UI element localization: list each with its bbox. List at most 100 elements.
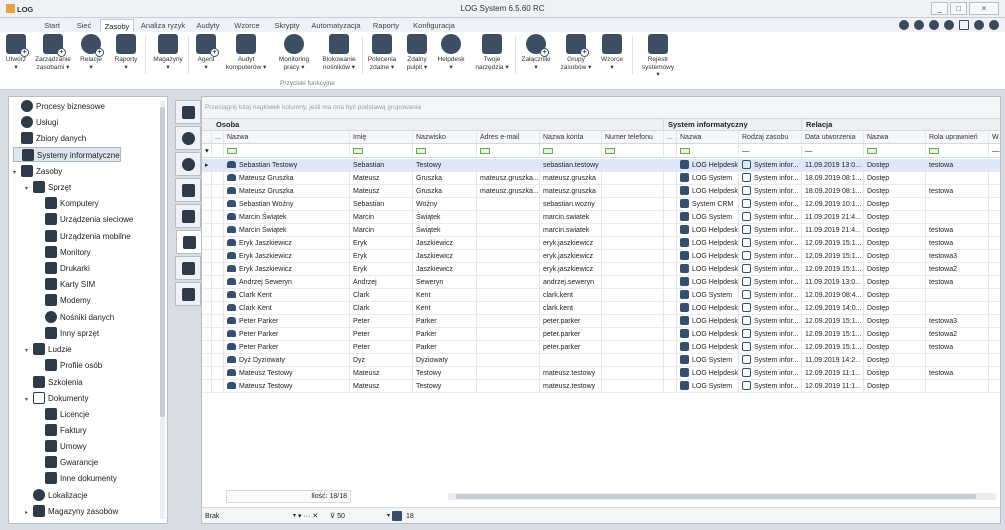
ribbon-button-attachment[interactable]: + Załączniki ▾ — [518, 34, 554, 71]
table-row[interactable]: Peter Parker Peter Parker peter.parker LOG H… — [202, 315, 1000, 328]
tree-node-location[interactable]: Lokalizacje — [25, 488, 88, 503]
table-row[interactable]: Andrzej Seweryn Andrzej Seweryn andrzej.sew… — [202, 276, 1000, 289]
settings-icon[interactable] — [929, 20, 939, 30]
expand-toggle-icon[interactable]: ▸ — [25, 506, 33, 521]
column-header[interactable]: Nazwa — [864, 131, 926, 143]
ribbon-button-templates[interactable]: Wzorce ▾ — [596, 34, 628, 71]
column-header[interactable]: ... — [212, 131, 224, 143]
table-row[interactable]: Mateusz Testowy Mateusz Testowy mateusz.tes… — [202, 380, 1000, 393]
tree-node-system[interactable]: Systemy informatyczne — [13, 147, 121, 162]
ribbon-button-book[interactable]: Rejestr systemowy ▾ — [640, 34, 676, 79]
help-icon[interactable] — [989, 20, 999, 30]
menu-tab-8[interactable]: Automatyzacja — [308, 19, 364, 32]
ribbon-button-shield[interactable]: Blokowanie nośników ▾ — [315, 34, 363, 71]
tree-node-invoice[interactable]: Faktury — [37, 423, 87, 438]
menu-tab-9[interactable]: Raporty — [366, 19, 406, 32]
table-row[interactable]: Eryk Jaszkiewicz Eryk Jaszkiewicz eryk.jasz… — [202, 250, 1000, 263]
shield-tab[interactable] — [175, 204, 201, 228]
tree-scroll-thumb[interactable] — [160, 107, 165, 417]
column-header[interactable]: Data utworzenia — [802, 131, 864, 143]
menu-tab-1[interactable]: Start — [36, 19, 68, 32]
tree-node-disk[interactable]: Nośniki danych — [37, 310, 114, 325]
tree-node-process[interactable]: Procesy biznesowe — [13, 99, 105, 114]
table-row[interactable]: Peter Parker Peter Parker peter.parker LOG H… — [202, 341, 1000, 354]
globe-icon[interactable] — [974, 20, 984, 30]
ribbon-button-remote-desktop[interactable]: Zdalny pulpit ▾ — [402, 34, 432, 71]
tree-node-profile[interactable]: Profile osób — [37, 358, 102, 373]
ribbon-button-create[interactable]: + Utwórz ▾ — [2, 34, 30, 71]
table-row[interactable]: Mateusz Gruszka Mateusz Gruszka mateusz.gru… — [202, 185, 1000, 198]
tree-node-other-hardware[interactable]: Inny sprzęt — [37, 326, 99, 341]
ribbon-button-agent[interactable]: + Agent ▾ — [193, 34, 219, 71]
tree-node-people[interactable]: ▾ Ludzie — [25, 342, 72, 357]
ribbon-button-lifebuoy[interactable]: Helpdesk ▾ — [435, 34, 467, 71]
maximize-button[interactable]: □ — [950, 2, 967, 15]
table-row[interactable]: Clark Kent Clark Kent clark.kent LOG Helpdes… — [202, 302, 1000, 315]
tree-node-hardware[interactable]: ▾ Sprzęt — [25, 180, 71, 195]
tools-tab[interactable] — [176, 230, 202, 254]
filter-tools[interactable]: ▾ ··· ✕ — [298, 511, 318, 522]
ribbon-button-reports[interactable]: Raporty ▾ — [110, 34, 142, 71]
window-icon[interactable] — [959, 20, 969, 30]
menu-tab-5[interactable]: Audyty — [190, 19, 226, 32]
ribbon-button-warehouse[interactable]: Magazyny ▾ — [150, 34, 186, 71]
assets-tab[interactable] — [175, 100, 201, 124]
ribbon-button-terminal[interactable]: Polecenia zdalne ▾ — [365, 34, 399, 71]
ribbon-button-relations[interactable]: + Relacje ▾ — [76, 34, 106, 71]
table-row[interactable]: Mateusz Gruszka Mateusz Gruszka mateusz.gru… — [202, 172, 1000, 185]
tree-node-mobile[interactable]: Urządzenia mobilne — [37, 229, 131, 244]
expand-toggle-icon[interactable]: ▾ — [25, 182, 33, 197]
tree-node-folder[interactable]: ▾ Dokumenty — [25, 391, 88, 406]
tree-node-license[interactable]: Licencje — [37, 407, 89, 422]
table-row[interactable]: Sebastian Woźny Sebastian Woźny sebastian.w… — [202, 198, 1000, 211]
column-header[interactable]: Nazwa — [677, 131, 739, 143]
menu-tab-2[interactable]: Sieć — [70, 19, 98, 32]
ribbon-button-groups[interactable]: + Grupy zasobów ▾ — [558, 34, 594, 71]
tree-node-printer[interactable]: Drukarki — [37, 261, 90, 276]
tree-node-sim-card[interactable]: Karty SIM — [37, 277, 95, 292]
grid-scroll-thumb[interactable] — [456, 494, 976, 499]
tree-node-database[interactable]: Zbiory danych — [13, 131, 86, 146]
filter-cell[interactable] — [602, 144, 664, 157]
filter-cell[interactable] — [664, 144, 677, 157]
table-row[interactable]: Eryk Jaszkiewicz Eryk Jaszkiewicz eryk.jasz… — [202, 237, 1000, 250]
document-icon[interactable] — [944, 20, 954, 30]
ribbon-button-manage-assets[interactable]: + Zarządzanie zasobami ▾ — [32, 34, 74, 71]
tree-node-training[interactable]: Szkolenia — [25, 375, 83, 390]
table-row[interactable]: Dyż Dyziowaty Dyż Dyziowaty LOG System Syste… — [202, 354, 1000, 367]
table-row[interactable]: Peter Parker Peter Parker peter.parker LOG H… — [202, 328, 1000, 341]
helpdesk-tab[interactable] — [175, 152, 201, 176]
tree-node-monitor[interactable]: Monitory — [37, 245, 91, 260]
expand-toggle-icon[interactable]: ▾ — [25, 344, 33, 359]
table-row[interactable]: Eryk Jaszkiewicz Eryk Jaszkiewicz eryk.jasz… — [202, 263, 1000, 276]
column-header[interactable]: W — [989, 131, 1000, 143]
column-header[interactable]: Nazwisko — [413, 131, 477, 143]
document-tab[interactable] — [175, 256, 201, 280]
filter-cell[interactable] — [224, 144, 350, 157]
tree-node-computer[interactable]: Komputery — [37, 196, 99, 211]
expand-toggle-icon[interactable]: ▾ — [13, 166, 21, 181]
filter-cell[interactable] — [212, 144, 224, 157]
close-button[interactable]: × — [969, 2, 999, 15]
column-header[interactable]: Numer telefonu — [602, 131, 664, 143]
filter-cell[interactable]: — — [989, 144, 1000, 157]
filter-cell[interactable] — [350, 144, 413, 157]
filter-select[interactable]: Brak ▾ — [204, 511, 296, 522]
filter-cell[interactable] — [413, 144, 477, 157]
menu-tab-6[interactable]: Wzorce — [228, 19, 266, 32]
column-header[interactable]: Rodzaj zasobu — [739, 131, 802, 143]
grid-horizontal-scrollbar[interactable] — [448, 493, 996, 500]
warehouse-tab[interactable] — [175, 178, 201, 202]
tree-node-warehouse[interactable]: ▸ Magazyny zasobów — [25, 504, 118, 519]
tree-node-modem[interactable]: Modemy — [37, 293, 91, 308]
page-size-select[interactable]: ⊽ 50 ▾ — [330, 511, 390, 522]
ribbon-button-audit[interactable]: Audyt komputerów ▾ — [222, 34, 270, 71]
group-by-hint[interactable]: Przeciągnij tutaj nagłówek kolumny, jeśl… — [202, 97, 1000, 119]
menu-tab-7[interactable]: Skrypty — [268, 19, 306, 32]
table-row[interactable]: ▸ Sebastian Testowy Sebastian Testowy sebast… — [202, 159, 1000, 172]
table-row[interactable]: Clark Kent Clark Kent clark.kent LOG System S… — [202, 289, 1000, 302]
column-header[interactable]: Adres e-mail — [477, 131, 540, 143]
tree-node-warranty[interactable]: Gwarancje — [37, 455, 98, 470]
column-header[interactable]: ... — [664, 131, 677, 143]
relations-tab[interactable] — [175, 126, 201, 150]
